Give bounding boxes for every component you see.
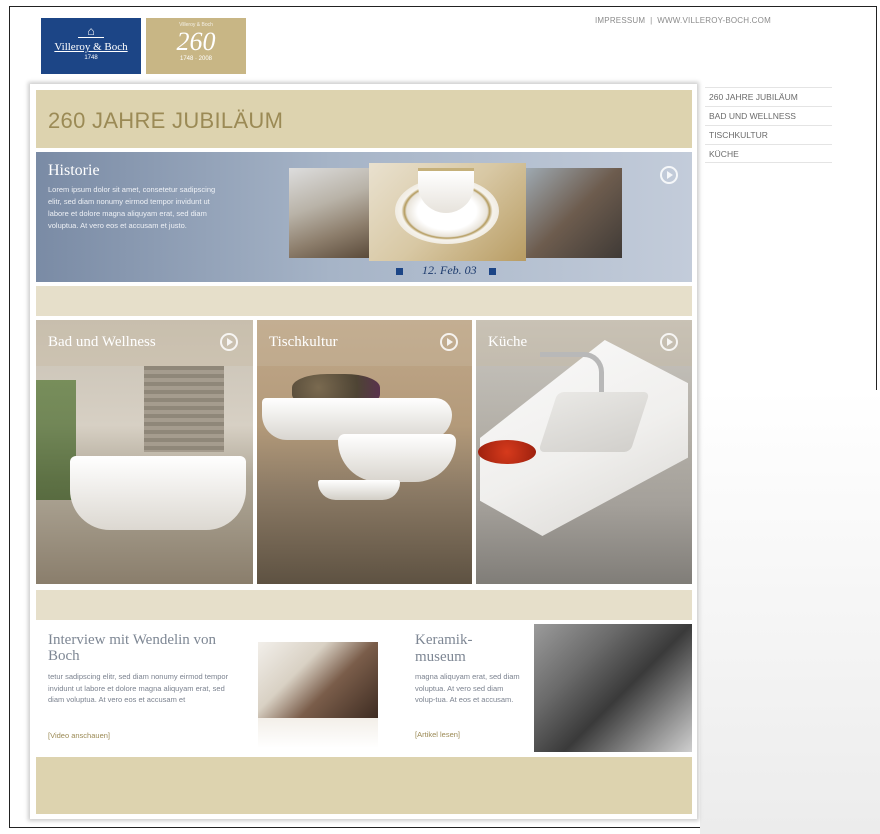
historie-heading[interactable]: Historie — [48, 162, 100, 180]
page-title: 260 JAHRE JUBILÄUM — [48, 108, 284, 133]
nav-item-tischkultur[interactable]: TISCHKULTUR — [705, 125, 832, 144]
museum-heading-line2[interactable]: museum — [415, 649, 466, 665]
tile-label: Küche — [488, 334, 528, 350]
jubilee-logo[interactable]: Villeroy & Boch 260 1748 · 2008 — [146, 18, 246, 74]
nav-item-jubilaeum[interactable]: 260 JAHRE JUBILÄUM — [705, 87, 832, 106]
interview-heading[interactable]: Interview mit Wendelin von Boch — [48, 632, 248, 664]
date-prev-icon[interactable] — [396, 268, 403, 275]
sink-basin-image — [538, 392, 650, 452]
top-link-separator: | — [650, 16, 653, 25]
side-nav: 260 JAHRE JUBILÄUM BAD UND WELLNESS TISC… — [705, 87, 832, 163]
page-background-gradient — [700, 390, 880, 834]
separator-band — [36, 590, 692, 620]
nav-item-bad-und-wellness[interactable]: BAD UND WELLNESS — [705, 106, 832, 125]
lobster-image — [478, 440, 536, 464]
interview-photo[interactable] — [258, 642, 378, 718]
impressum-link[interactable]: IMPRESSUM — [595, 16, 645, 25]
footer-band — [36, 757, 692, 814]
museum-article-link[interactable]: [Artikel lesen] — [415, 730, 460, 739]
museum-heading-line1[interactable]: Keramik- — [415, 632, 472, 648]
logo-brand-year: 1748 — [84, 55, 98, 61]
date-next-icon[interactable] — [489, 268, 496, 275]
interview-photo-reflection — [258, 718, 378, 748]
bowl-image — [318, 480, 400, 500]
nav-item-kueche[interactable]: KÜCHE — [705, 144, 832, 163]
historie-play-icon[interactable] — [660, 166, 678, 184]
tile-label: Bad und Wellness — [48, 334, 156, 350]
jubilee-logo-brand: Villeroy & Boch — [179, 22, 213, 28]
tile-play-icon[interactable] — [440, 333, 458, 351]
tile-play-icon[interactable] — [660, 333, 678, 351]
logo-brand-name: Villeroy & Boch — [54, 41, 128, 53]
historie-photo-banquet[interactable] — [289, 168, 369, 258]
faucet-image — [540, 352, 604, 392]
bathtub-image — [70, 456, 246, 530]
tile-play-icon[interactable] — [220, 333, 238, 351]
villeroy-boch-logo[interactable]: ⌂ Villeroy & Boch 1748 — [41, 18, 141, 74]
museum-text: magna aliquyam erat, sed diam voluptua. … — [415, 672, 520, 704]
interview-video-link[interactable]: [Video anschauen] — [48, 731, 110, 740]
jubilee-logo-years: 1748 · 2008 — [179, 56, 213, 62]
museum-photo[interactable] — [534, 624, 692, 752]
tile-label: Tischkultur — [269, 334, 338, 350]
website-link[interactable]: WWW.VILLEROY-BOCH.COM — [657, 16, 771, 25]
jubilee-logo-number: 260 — [176, 27, 216, 56]
separator-band — [36, 286, 692, 316]
historie-date: 12. Feb. 03 — [422, 263, 477, 277]
interview-text: tetur sadipscing elitr, sed diam nonumy … — [48, 672, 229, 704]
historie-text: Lorem ipsum dolor sit amet, consetetur s… — [48, 185, 216, 230]
logo-emblem-icon: ⌂ — [87, 24, 95, 38]
wall-tiles-image — [144, 366, 224, 452]
historie-photo-people[interactable] — [526, 168, 622, 258]
top-links: IMPRESSUM | WWW.VILLEROY-BOCH.COM — [595, 16, 771, 25]
